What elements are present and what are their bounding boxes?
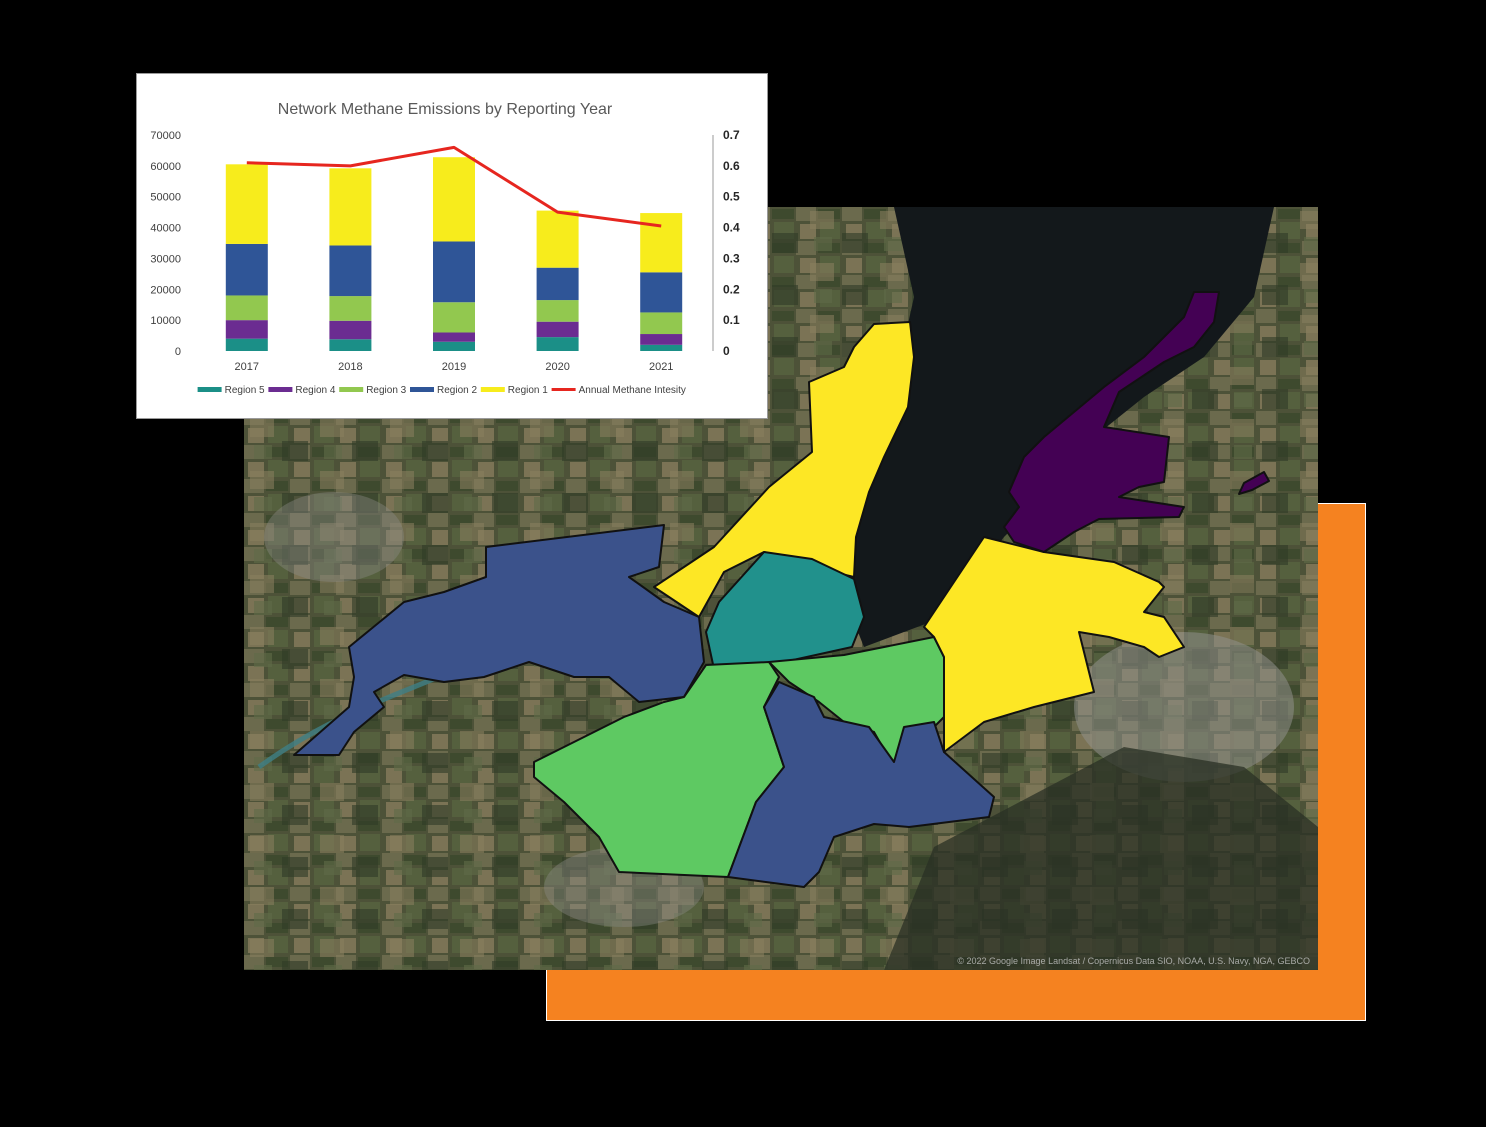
bar-segment [329, 168, 372, 246]
y2-tick-label: 0.7 [723, 128, 740, 142]
y2-tick-label: 0.3 [723, 251, 740, 265]
legend-swatch [197, 387, 222, 392]
y-tick-label: 0 [175, 346, 181, 358]
bar-segment [433, 332, 475, 342]
x-tick-label: 2020 [545, 361, 569, 373]
y2-tick-label: 0.6 [723, 159, 740, 173]
y-tick-label: 30000 [150, 253, 181, 265]
y-tick-label: 70000 [150, 130, 181, 142]
y-tick-label: 40000 [150, 223, 181, 235]
bar-segment [329, 296, 372, 321]
bar-segment [433, 241, 475, 303]
y2-tick-label: 0.4 [723, 221, 740, 235]
bar-segment [329, 339, 372, 351]
legend-label: Annual Methane Intesity [579, 385, 686, 396]
bar-segment [433, 302, 475, 333]
x-tick-label: 2017 [235, 361, 259, 373]
x-tick-label: 2019 [442, 361, 466, 373]
bar-segment [225, 295, 268, 321]
legend-swatch [339, 387, 364, 392]
y2-tick-label: 0.2 [723, 282, 740, 296]
bar-segment [536, 210, 579, 268]
legend-label: Region 4 [295, 385, 335, 396]
x-tick-label: 2018 [338, 361, 362, 373]
legend-label: Region 5 [225, 385, 265, 396]
bar-segment [225, 338, 268, 351]
bar-segment [640, 312, 683, 335]
bar-segment [536, 337, 579, 351]
legend-swatch [480, 387, 505, 392]
y-tick-label: 50000 [150, 192, 181, 204]
bar-segment [640, 272, 683, 313]
bar-segment [225, 164, 268, 244]
legend-label: Region 1 [508, 385, 548, 396]
x-tick-label: 2021 [649, 361, 673, 373]
bar-segment [536, 300, 579, 322]
bar-segment [329, 245, 372, 297]
legend-label: Region 2 [437, 385, 477, 396]
y-tick-label: 60000 [150, 161, 181, 173]
bar-segment [225, 320, 268, 339]
emissions-chart-card: Network Methane Emissions by Reporting Y… [136, 73, 768, 419]
chart-title: Network Methane Emissions by Reporting Y… [278, 101, 613, 118]
bar-segment [536, 321, 579, 338]
legend-swatch [410, 387, 434, 392]
bar-segment [433, 341, 475, 351]
y2-tick-label: 0.1 [723, 313, 740, 327]
emissions-chart: Network Methane Emissions by Reporting Y… [150, 101, 740, 396]
bar-segment [329, 320, 372, 340]
bar-segment [640, 334, 683, 345]
legend-swatch [268, 387, 293, 392]
y2-tick-label: 0 [723, 344, 730, 358]
y2-tick-label: 0.5 [723, 190, 740, 204]
legend-line-swatch [551, 388, 576, 391]
bar-segment [433, 157, 475, 242]
bar-segment [536, 267, 579, 301]
bar-segment [225, 243, 268, 296]
legend-label: Region 3 [366, 385, 406, 396]
y-tick-label: 20000 [150, 284, 181, 296]
map-attribution: © 2022 Google Image Landsat / Copernicus… [957, 956, 1310, 966]
y-tick-label: 10000 [150, 315, 181, 327]
bar-segment [640, 213, 683, 273]
bar-segment [640, 344, 683, 351]
